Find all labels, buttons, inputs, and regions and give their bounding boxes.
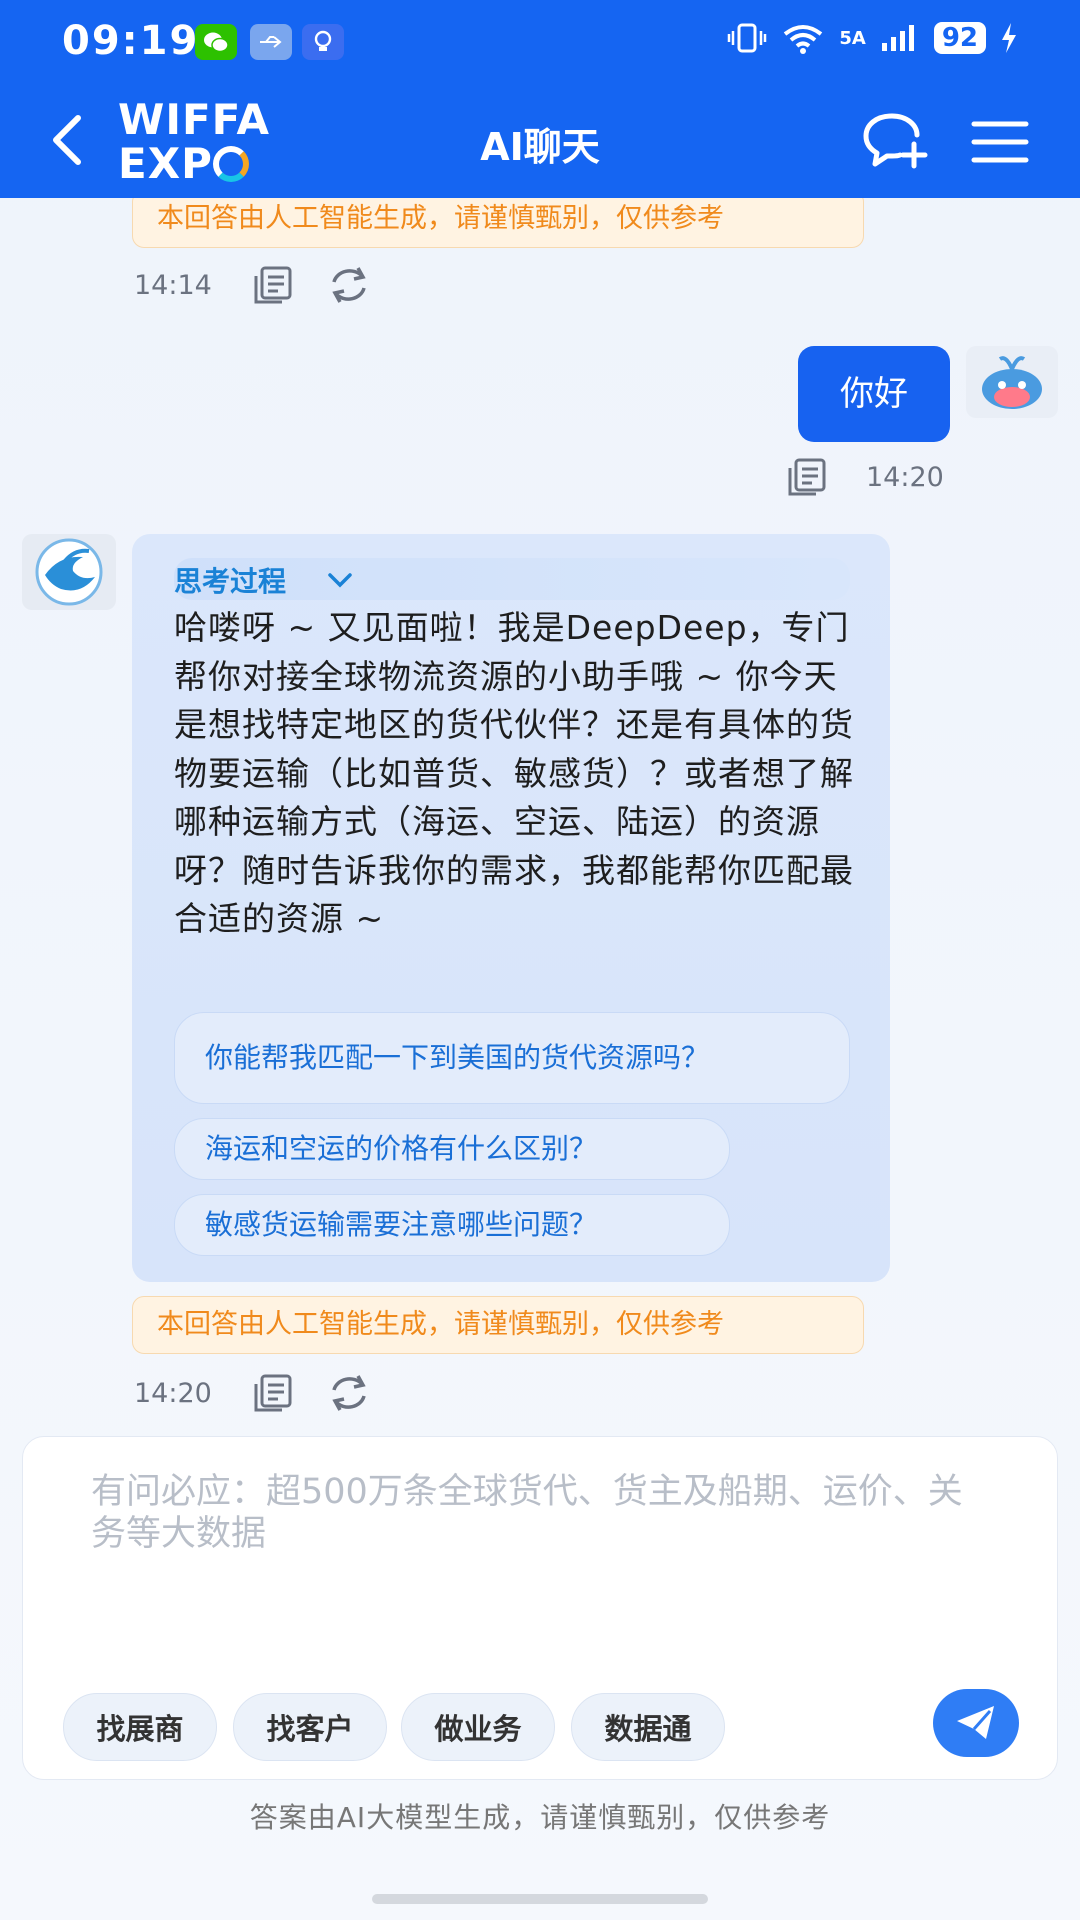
footer-disclaimer: 答案由AI大模型生成，请谨慎甄别，仅供参考 <box>249 1801 831 1834</box>
regenerate-button[interactable] <box>328 1372 370 1414</box>
chat-input-panel: 有问必应：超500万条全球货代、货主及船期、运价、关务等大数据 找展商 找客户 … <box>22 1436 1058 1780</box>
status-bar: 09:19 5A 92 <box>0 0 1080 88</box>
new-chat-icon <box>863 113 928 169</box>
ai-disclaimer: 本回答由人工智能生成，请谨慎甄别，仅供参考 <box>132 1296 864 1354</box>
copy-icon <box>254 1374 292 1412</box>
network-label: 5A <box>839 27 866 49</box>
message-time: 14:14 <box>134 270 212 301</box>
user-copy-button[interactable] <box>786 456 828 498</box>
new-chat-button[interactable] <box>860 110 930 174</box>
thinking-label: 思考过程 <box>174 565 287 598</box>
copy-button[interactable] <box>252 1372 294 1414</box>
suggestion-chip[interactable]: 敏感货运输需要注意哪些问题？ <box>174 1194 730 1256</box>
vibrate-icon <box>728 23 767 53</box>
bot-message-card: 思考过程 哈喽呀 ~ 又见面啦！我是DeepDeep，专门帮你对接全球物流资源的… <box>132 534 890 1282</box>
wechat-icon <box>195 24 237 60</box>
chat-input[interactable]: 有问必应：超500万条全球货代、货主及船期、运价、关务等大数据 <box>91 1471 991 1555</box>
copy-button[interactable] <box>252 264 294 306</box>
chip-find-exhibitors[interactable]: 找展商 <box>63 1693 217 1761</box>
app-header: 09:19 5A 92 WIFFA EXP AI聊天 <box>0 0 1080 198</box>
chevron-down-icon <box>328 573 352 588</box>
home-indicator[interactable] <box>372 1894 708 1904</box>
user-message-time: 14:20 <box>866 462 944 493</box>
charging-icon <box>1002 23 1016 53</box>
whale-mascot-icon <box>982 356 1042 409</box>
regenerate-button[interactable] <box>328 264 370 306</box>
chip-data-link[interactable]: 数据通 <box>571 1693 725 1761</box>
user-avatar <box>966 346 1058 418</box>
bulb-icon <box>302 24 344 60</box>
refresh-icon <box>332 1375 366 1411</box>
send-button[interactable] <box>933 1689 1019 1757</box>
ai-disclaimer: 本回答由人工智能生成，请谨慎甄别，仅供参考 <box>132 198 864 248</box>
chip-find-customers[interactable]: 找客户 <box>233 1693 387 1761</box>
suggestion-chip[interactable]: 你能帮我匹配一下到美国的货代资源吗？ <box>174 1012 850 1104</box>
suggestion-chip[interactable]: 海运和空运的价格有什么区别？ <box>174 1118 730 1180</box>
copy-icon <box>788 458 826 496</box>
send-icon <box>957 1706 994 1739</box>
user-message-bubble: 你好 <box>798 346 950 442</box>
copy-icon <box>254 266 292 304</box>
hamburger-icon <box>971 121 1029 163</box>
wifi-icon <box>784 25 823 54</box>
nav-bar: WIFFA EXP AI聊天 <box>0 88 1080 198</box>
status-time: 09:19 <box>62 18 200 64</box>
bot-message-text: 哈喽呀 ~ 又见面啦！我是DeepDeep，专门帮你对接全球物流资源的小助手哦 … <box>174 608 854 938</box>
battery-level: 92 <box>933 22 986 54</box>
bird-logo-icon <box>35 538 103 606</box>
status-indicators: 5A 92 <box>727 22 1018 54</box>
message-time: 14:20 <box>134 1378 212 1409</box>
usb-icon <box>250 24 292 60</box>
chat-area[interactable]: 本回答由人工智能生成，请谨慎甄别，仅供参考 14:14 你好 14:20 思考过… <box>0 198 1080 1428</box>
refresh-icon <box>332 267 366 303</box>
chip-do-business[interactable]: 做业务 <box>401 1693 555 1761</box>
menu-button[interactable] <box>970 118 1030 166</box>
bot-avatar <box>22 534 116 610</box>
signal-icon <box>881 25 914 51</box>
thinking-toggle[interactable]: 思考过程 <box>174 558 850 600</box>
